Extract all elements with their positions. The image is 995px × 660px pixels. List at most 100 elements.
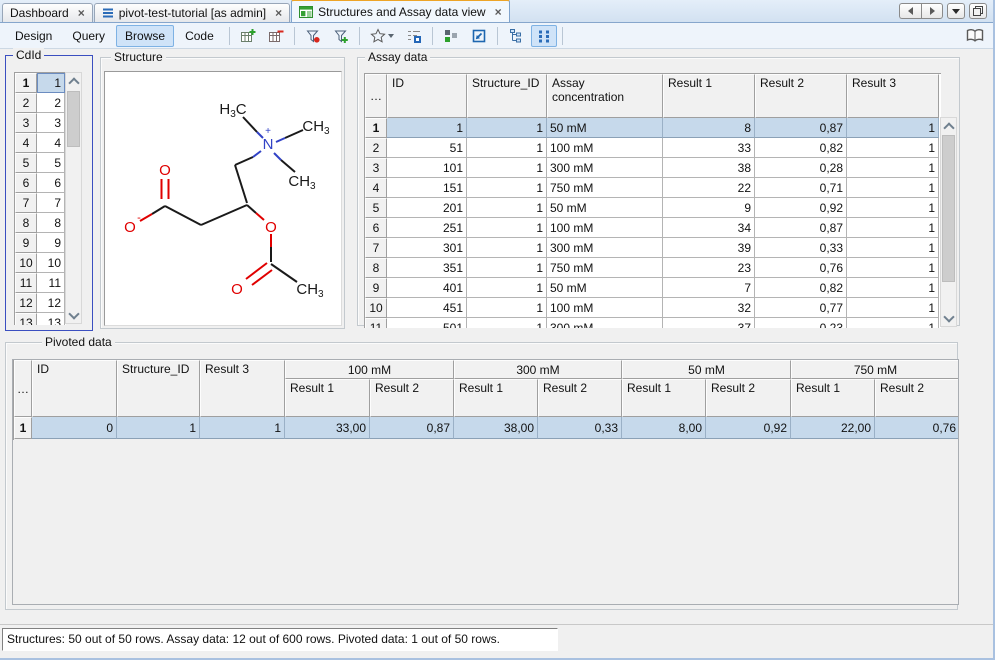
scroll-up-icon[interactable] (941, 118, 956, 134)
row-header[interactable]: 5 (15, 153, 37, 173)
cell[interactable]: 1 (467, 218, 547, 238)
cell[interactable]: 1 (847, 238, 939, 258)
query-button[interactable]: Query (63, 25, 114, 47)
cell[interactable]: 1 (847, 158, 939, 178)
cell[interactable]: 0,92 (755, 198, 847, 218)
cell[interactable]: 39 (663, 238, 755, 258)
close-icon[interactable]: × (78, 8, 85, 18)
close-icon[interactable]: × (495, 7, 502, 17)
cell[interactable]: 100 mM (547, 298, 663, 318)
cell[interactable]: 1 (467, 178, 547, 198)
cell[interactable]: 0,87 (755, 218, 847, 238)
scroll-tabs-left-button[interactable] (899, 3, 921, 19)
assay-scrollbar[interactable] (940, 117, 957, 327)
cell[interactable]: 100 mM (547, 138, 663, 158)
cell[interactable]: 300 mM (547, 238, 663, 258)
fields-list-toggle[interactable] (531, 25, 557, 47)
cell[interactable]: 38,00 (454, 417, 538, 439)
cell[interactable]: 1 (467, 158, 547, 178)
column-header[interactable]: Result 2 (538, 379, 622, 417)
cell[interactable]: 100 mM (547, 218, 663, 238)
cdid-cell[interactable]: 3 (37, 113, 65, 133)
cell[interactable]: 50 mM (547, 278, 663, 298)
row-header[interactable]: 7 (15, 193, 37, 213)
row-header[interactable]: 5 (365, 198, 387, 218)
tab-dashboard[interactable]: Dashboard × (2, 3, 93, 22)
row-header[interactable]: 11 (365, 318, 387, 328)
remove-table-button[interactable] (263, 25, 289, 47)
row-header[interactable]: 11 (15, 273, 37, 293)
cell[interactable]: 1 (847, 218, 939, 238)
scroll-down-icon[interactable] (941, 310, 956, 326)
cell[interactable]: 1 (847, 258, 939, 278)
cell[interactable]: 1 (387, 118, 467, 138)
row-header[interactable]: 8 (365, 258, 387, 278)
cell[interactable]: 1 (467, 118, 547, 138)
cell[interactable]: 1 (467, 298, 547, 318)
cdid-cell[interactable]: 12 (37, 293, 65, 313)
column-header[interactable]: Result 1 (285, 379, 370, 417)
cell[interactable]: 501 (387, 318, 467, 328)
scrollbar-thumb[interactable] (942, 135, 955, 282)
row-header[interactable]: 1 (14, 417, 32, 439)
row-header[interactable]: 9 (15, 233, 37, 253)
cdid-scrollbar[interactable] (65, 72, 82, 324)
column-header[interactable]: ID (387, 74, 467, 118)
row-header[interactable]: 9 (365, 278, 387, 298)
cell[interactable]: 50 mM (547, 118, 663, 138)
row-header[interactable]: 2 (365, 138, 387, 158)
tab-structures-assay-view[interactable]: Structures and Assay data view × (291, 0, 509, 22)
cdid-cell[interactable]: 4 (37, 133, 65, 153)
cell[interactable]: 22 (663, 178, 755, 198)
column-header[interactable]: Result 1 (454, 379, 538, 417)
open-in-window-button[interactable] (466, 25, 492, 47)
column-header[interactable]: Result 1 (622, 379, 706, 417)
clear-filter-button[interactable] (300, 25, 326, 47)
cdid-cell[interactable]: 5 (37, 153, 65, 173)
cell[interactable]: 201 (387, 198, 467, 218)
cell[interactable]: 1 (847, 278, 939, 298)
cell[interactable]: 0,77 (755, 298, 847, 318)
cell[interactable]: 37 (663, 318, 755, 328)
cell[interactable]: 0,76 (755, 258, 847, 278)
cell[interactable]: 101 (387, 158, 467, 178)
favorites-button[interactable] (365, 25, 399, 47)
cell[interactable]: 51 (387, 138, 467, 158)
scroll-down-icon[interactable] (66, 307, 81, 323)
cell[interactable]: 0,82 (755, 278, 847, 298)
cell[interactable]: 0,28 (755, 158, 847, 178)
cell[interactable]: 50 mM (547, 198, 663, 218)
hierarchy-button[interactable] (503, 25, 529, 47)
cell[interactable]: 1 (200, 417, 285, 439)
row-header[interactable]: 10 (15, 253, 37, 273)
column-header[interactable]: Result 2 (706, 379, 791, 417)
cell[interactable]: 0,82 (755, 138, 847, 158)
cdid-cell[interactable]: 9 (37, 233, 65, 253)
close-icon[interactable]: × (275, 8, 282, 18)
row-header[interactable]: 12 (15, 293, 37, 313)
widgets-button[interactable] (438, 25, 464, 47)
cell[interactable]: 1 (467, 138, 547, 158)
saved-lists-button[interactable] (401, 25, 427, 47)
cell[interactable]: 34 (663, 218, 755, 238)
cell[interactable]: 1 (847, 198, 939, 218)
cell[interactable]: 300 mM (547, 318, 663, 328)
cell[interactable]: 1 (467, 318, 547, 328)
cell[interactable]: 0,33 (755, 238, 847, 258)
add-table-button[interactable] (235, 25, 261, 47)
row-header[interactable]: 3 (365, 158, 387, 178)
row-header[interactable]: 10 (365, 298, 387, 318)
scrollbar-thumb[interactable] (67, 91, 80, 147)
table-corner-button[interactable]: … (365, 74, 387, 118)
cdid-cell[interactable]: 2 (37, 93, 65, 113)
cell[interactable]: 22,00 (791, 417, 875, 439)
cell[interactable]: 0,76 (875, 417, 959, 439)
row-header[interactable]: 6 (15, 173, 37, 193)
restore-window-button[interactable] (969, 3, 987, 19)
add-filter-button[interactable] (328, 25, 354, 47)
column-header[interactable]: Result 3 (200, 360, 285, 417)
cdid-cell[interactable]: 1 (37, 73, 65, 93)
column-header[interactable]: ID (32, 360, 117, 417)
row-header[interactable]: 7 (365, 238, 387, 258)
column-header[interactable]: Result 2 (755, 74, 847, 118)
